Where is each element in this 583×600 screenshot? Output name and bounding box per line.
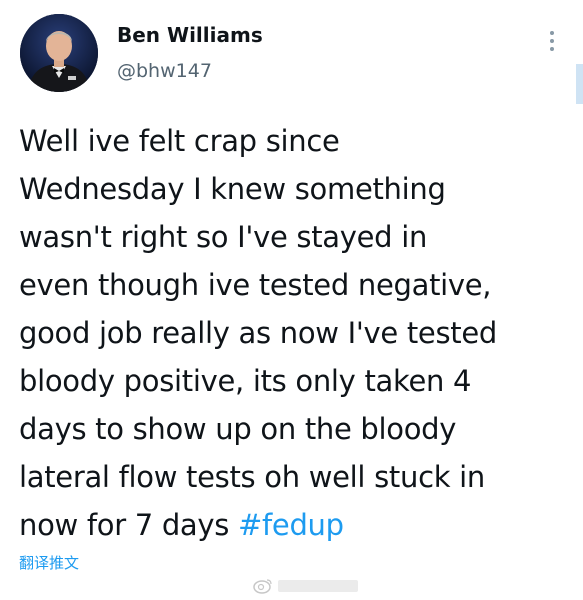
tweet-line: now for 7 days <box>19 508 238 542</box>
hashtag-link[interactable]: #fedup <box>238 508 344 542</box>
weibo-watermark-icon <box>252 576 367 596</box>
tweet-line: good job really as now I've tested <box>19 316 497 350</box>
more-options-button[interactable] <box>542 28 562 54</box>
more-vertical-icon <box>550 31 554 35</box>
tweet-line: days to show up on the bloody <box>19 412 457 446</box>
tweet-line: Wednesday I knew something <box>19 172 446 206</box>
author-name[interactable]: Ben Williams <box>117 23 263 47</box>
tweet-text: Well ive felt crap since Wednesday I kne… <box>19 117 559 549</box>
author-handle[interactable]: @bhw147 <box>117 60 212 82</box>
avatar[interactable] <box>20 14 98 92</box>
tweet-line: lateral flow tests oh well stuck in <box>19 460 485 494</box>
tweet-line: Well ive felt crap since <box>19 124 340 158</box>
tweet-line: bloody positive, its only taken 4 <box>19 364 472 398</box>
more-vertical-icon-dot <box>550 39 554 43</box>
tweet-last-line: now for 7 days #fedup <box>19 501 559 549</box>
more-vertical-icon-dot <box>550 47 554 51</box>
tweet-line: even though ive tested negative, <box>19 268 492 302</box>
tweet-line: wasn't right so I've stayed in <box>19 220 428 254</box>
avatar-image <box>20 14 98 92</box>
weibo-watermark-graphic <box>253 579 358 594</box>
tweet-card: Ben Williams @bhw147 Well ive felt crap … <box>0 0 583 600</box>
translate-tweet-link[interactable]: 翻译推文 <box>19 552 79 573</box>
scrollbar[interactable] <box>576 64 583 104</box>
